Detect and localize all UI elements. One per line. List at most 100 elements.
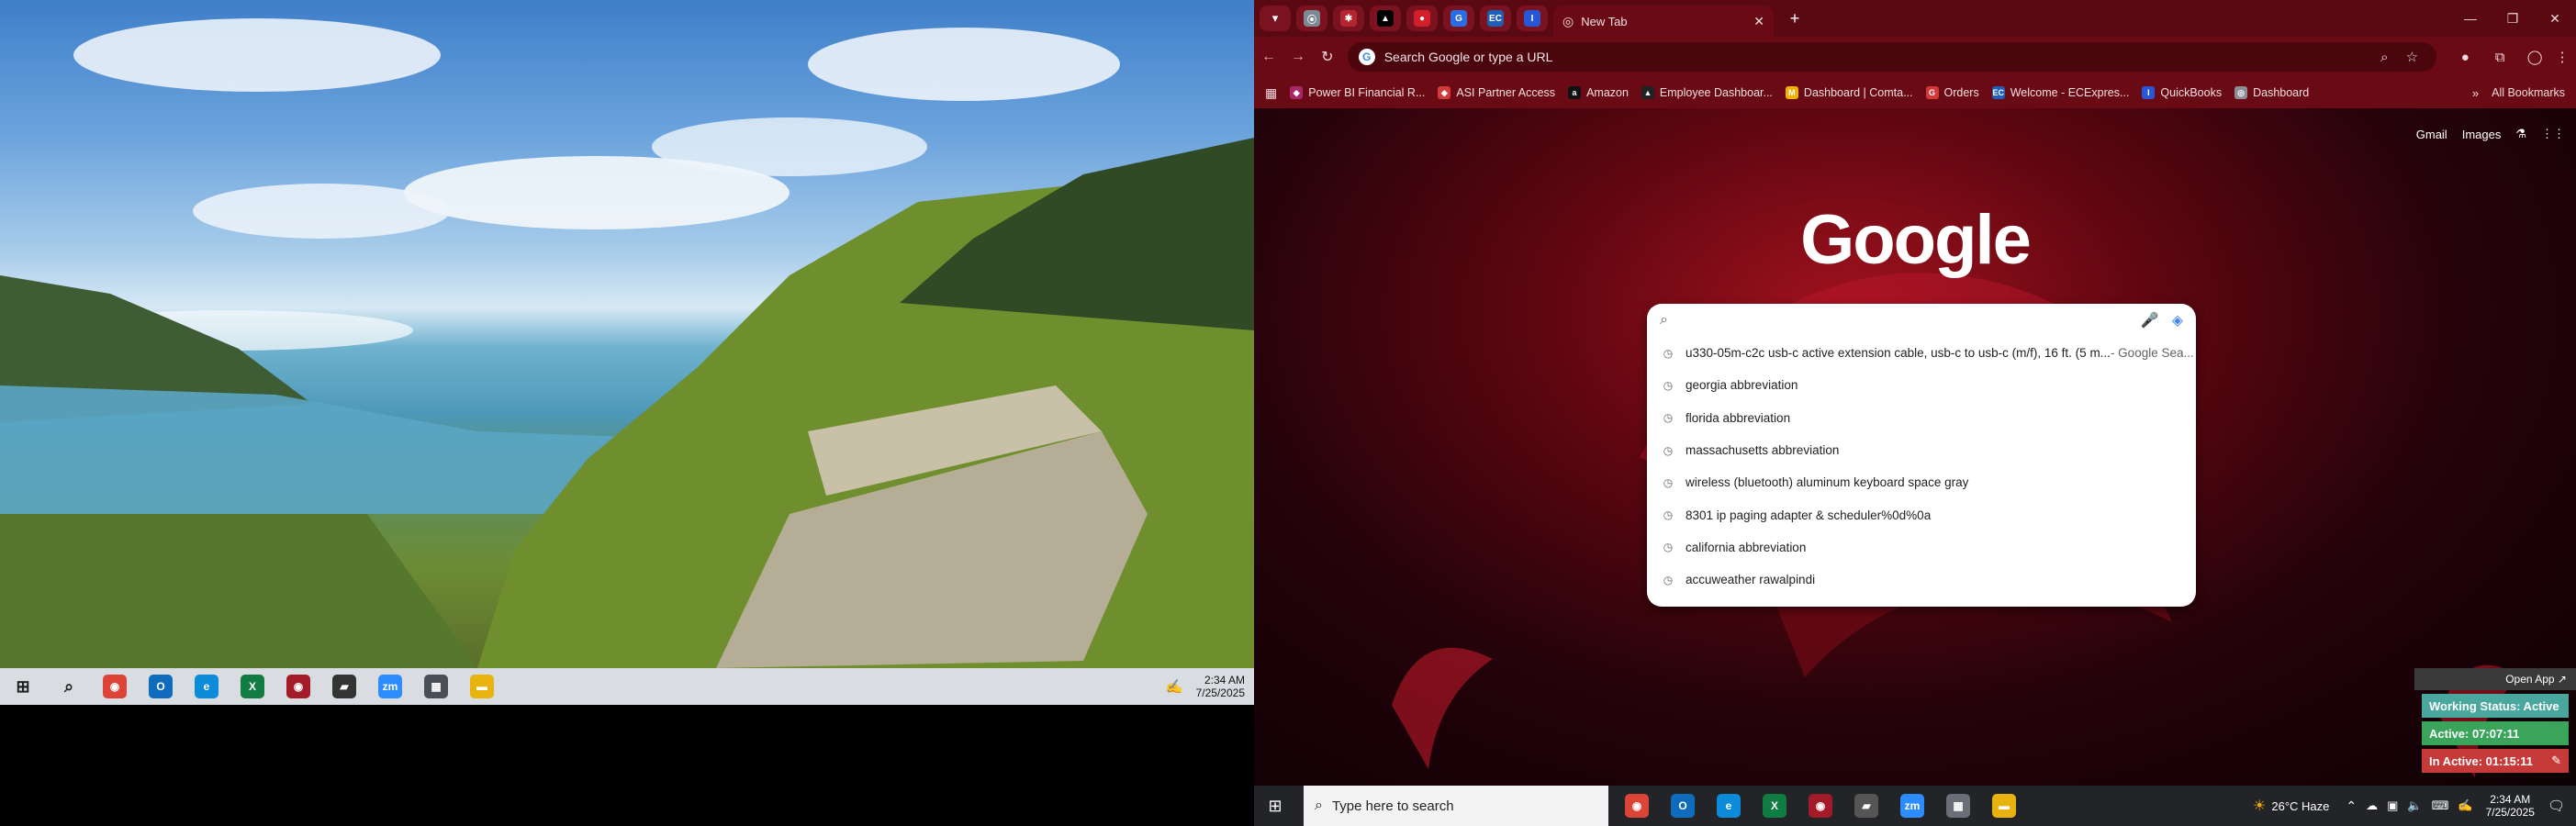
left-taskbar-search-button[interactable]: ⌕ xyxy=(46,668,92,705)
images-link[interactable]: Images xyxy=(2462,128,2502,141)
bookmark-favicon-icon: ▲ xyxy=(1641,86,1654,99)
extension-circle-icon[interactable]: ● xyxy=(2451,50,2479,65)
tab-1-favicon-icon: ⦿ xyxy=(1304,10,1320,27)
left-taskbar-chrome-profile-button[interactable]: ◉ xyxy=(275,668,321,705)
bookmark-item[interactable]: ◎ Dashboard xyxy=(2234,86,2309,99)
tray-app-icon[interactable]: ▣ xyxy=(2387,798,2398,813)
pinned-tab-5[interactable]: G xyxy=(1443,6,1474,31)
bookmark-item[interactable]: I QuickBooks xyxy=(2142,86,2222,99)
start-button[interactable]: ⊞ xyxy=(1254,787,1296,824)
excel-icon: X xyxy=(241,675,264,698)
right-taskbar-calculator-button[interactable]: ▦ xyxy=(1935,787,1981,824)
taskbar-search-box[interactable]: ⌕ Type here to search xyxy=(1304,786,1608,826)
left-taskbar-outlook-button[interactable]: O xyxy=(138,668,184,705)
pinned-tab-7[interactable]: I xyxy=(1517,6,1548,31)
new-tab-page: Gmail Images ⚗ ⋮⋮ Google ⌕ 🎤 ◈ ◷ u330-05m… xyxy=(1254,108,2576,786)
new-tab-button[interactable]: + xyxy=(1779,6,1810,31)
pinned-tabs: ⦿ ✱ ▲ ● G EC I xyxy=(1291,6,1548,31)
pinned-tab-4[interactable]: ● xyxy=(1406,6,1438,31)
left-taskbar-zoom-button[interactable]: zm xyxy=(367,668,413,705)
tray-chevron-up-icon[interactable]: ⌃ xyxy=(2346,798,2357,814)
volume-icon[interactable]: 🔈 xyxy=(2407,798,2422,813)
tab-new-tab[interactable]: ◎ New Tab ✕ xyxy=(1553,6,1774,37)
right-taskbar-excel-button[interactable]: X xyxy=(1752,787,1798,824)
taskbar-search-placeholder: Type here to search xyxy=(1331,798,1454,814)
bookmark-item[interactable]: ◆ Power BI Financial R... xyxy=(1290,86,1425,99)
voice-search-icon[interactable]: 🎤 xyxy=(2141,311,2159,329)
zoom-search-icon[interactable]: ⌕ xyxy=(2370,50,2398,65)
close-window-icon[interactable]: ✕ xyxy=(2534,11,2576,27)
lens-camera-icon[interactable]: ◈ xyxy=(2172,311,2183,329)
left-taskbar-chrome-button[interactable]: ◉ xyxy=(92,668,138,705)
right-taskbar-sticky-notes-button[interactable]: ▰ xyxy=(1843,787,1889,824)
bookmark-star-icon[interactable]: ☆ xyxy=(2398,49,2425,65)
weather-text[interactable]: 26°C Haze xyxy=(2271,799,2329,813)
search-input[interactable] xyxy=(1676,311,2141,329)
suggestion-item[interactable]: ◷ massachusetts abbreviation xyxy=(1647,434,2196,466)
labs-flask-icon[interactable]: ⚗ xyxy=(2515,127,2526,141)
suggestion-item[interactable]: ◷ accuweather rawalpindi xyxy=(1647,564,2196,596)
language-icon[interactable]: ⌨ xyxy=(2432,798,2449,813)
bookmark-label: Amazon xyxy=(1586,86,1629,99)
pinned-tab-2[interactable]: ✱ xyxy=(1333,6,1364,31)
pinned-tab-3[interactable]: ▲ xyxy=(1370,6,1401,31)
search-icon: ⌕ xyxy=(1660,312,1668,328)
bookmarks-overflow-icon[interactable]: » xyxy=(2472,86,2479,100)
left-taskbar-start-button[interactable]: ⊞ xyxy=(0,668,46,705)
notification-icon[interactable]: 🗨 xyxy=(2548,798,2565,814)
right-taskbar-edge-button[interactable]: e xyxy=(1706,787,1752,824)
bookmark-item[interactable]: EC Welcome - ECExpres... xyxy=(1991,86,2129,99)
extensions-puzzle-icon[interactable]: ⧉ xyxy=(2486,50,2514,65)
onedrive-cloud-icon[interactable]: ☁ xyxy=(2366,798,2378,813)
profile-avatar-icon[interactable]: ◯ xyxy=(2521,49,2548,65)
gmail-link[interactable]: Gmail xyxy=(2416,128,2447,141)
suggestion-item[interactable]: ◷ florida abbreviation xyxy=(1647,402,2196,434)
right-taskbar-zoom-button[interactable]: zm xyxy=(1889,787,1935,824)
forward-arrow-icon[interactable]: → xyxy=(1283,49,1313,65)
apps-grid-icon[interactable]: ▦ xyxy=(1265,85,1277,101)
bookmark-item[interactable]: ◆ ASI Partner Access xyxy=(1438,86,1555,99)
all-bookmarks-link[interactable]: All Bookmarks xyxy=(2492,86,2565,99)
left-taskbar-file-explorer-button[interactable]: ▬ xyxy=(459,668,505,705)
ntp-top-links: Gmail Images ⚗ ⋮⋮ xyxy=(2402,127,2565,141)
suggestion-item[interactable]: ◷ u330-05m-c2c usb-c active extension cab… xyxy=(1647,337,2196,369)
minimize-icon[interactable]: — xyxy=(2449,11,2492,26)
close-tab-icon[interactable]: ✕ xyxy=(1753,14,1764,29)
sticky-notes-icon: ▰ xyxy=(1854,794,1878,818)
search-icon: ⌕ xyxy=(1315,798,1323,813)
right-taskbar-file-explorer-button[interactable]: ▬ xyxy=(1981,787,2027,824)
right-taskbar-chrome-button[interactable]: ◉ xyxy=(1614,787,1660,824)
taskbar-clock[interactable]: 2:34 AM 7/25/2025 xyxy=(2486,793,2535,819)
bookmark-item[interactable]: G Orders xyxy=(1925,86,1979,99)
left-taskbar-excel-button[interactable]: X xyxy=(230,668,275,705)
restore-icon[interactable]: ❐ xyxy=(2492,11,2534,27)
left-taskbar-sticky-notes-button[interactable]: ▰ xyxy=(321,668,367,705)
suggestion-item[interactable]: ◷ 8301 ip paging adapter & scheduler%0d%0… xyxy=(1647,498,2196,530)
right-taskbar-outlook-button[interactable]: O xyxy=(1660,787,1706,824)
pinned-tab-1[interactable]: ⦿ xyxy=(1296,6,1327,31)
omnibox[interactable]: G Search Google or type a URL ⌕ ☆ xyxy=(1347,42,2437,72)
calculator-icon: ▦ xyxy=(424,675,448,698)
open-app-link[interactable]: Open App ↗ xyxy=(2414,668,2576,690)
reload-icon[interactable]: ↻ xyxy=(1313,48,1342,66)
back-arrow-icon[interactable]: ← xyxy=(1254,49,1283,65)
suggestion-item[interactable]: ◷ georgia abbreviation xyxy=(1647,369,2196,401)
pen-icon[interactable]: ✍ xyxy=(1166,678,1183,695)
suggestion-item[interactable]: ◷ california abbreviation xyxy=(1647,531,2196,564)
left-taskbar-clock[interactable]: 2:34 AM 7/25/2025 xyxy=(1196,674,1245,699)
right-taskbar-chrome-profile-button[interactable]: ◉ xyxy=(1798,787,1843,824)
bookmark-item[interactable]: ▲ Employee Dashboar... xyxy=(1641,86,1773,99)
more-menu-icon[interactable]: ⋮ xyxy=(2548,49,2576,65)
bookmark-item[interactable]: a Amazon xyxy=(1568,86,1629,99)
left-taskbar-edge-button[interactable]: e xyxy=(184,668,230,705)
pinned-tab-6[interactable]: EC xyxy=(1480,6,1511,31)
google-apps-icon[interactable]: ⋮⋮ xyxy=(2541,127,2565,141)
pen-icon[interactable]: ✍ xyxy=(2458,798,2472,813)
bookmark-item[interactable]: M Dashboard | Comta... xyxy=(1785,86,1913,99)
tab-search-icon[interactable]: ▾ xyxy=(1260,6,1291,31)
suggestion-item[interactable]: ◷ wireless (bluetooth) aluminum keyboard … xyxy=(1647,466,2196,498)
edit-pencil-icon[interactable]: ✎ xyxy=(2551,753,2561,768)
left-taskbar-calculator-button[interactable]: ▦ xyxy=(413,668,459,705)
bookmark-favicon-icon: ◎ xyxy=(2234,86,2248,99)
zoom-icon: zm xyxy=(1900,794,1924,818)
